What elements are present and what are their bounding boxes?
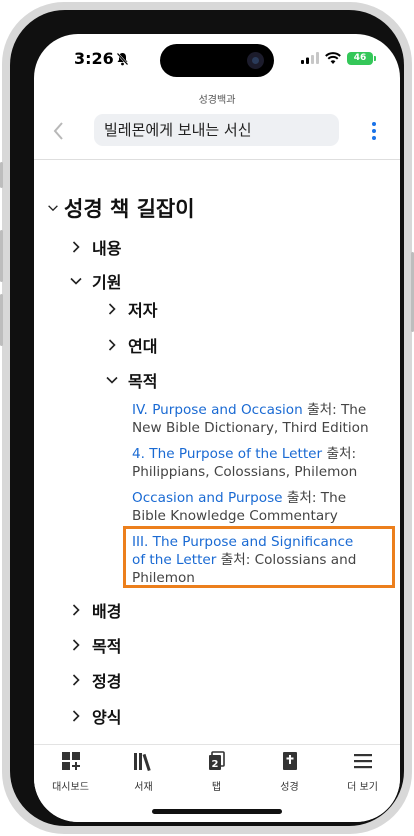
highlight-box (123, 526, 395, 588)
tree-item-label: 목적 (92, 637, 122, 656)
battery-tip (374, 55, 376, 61)
volume-down-button (0, 294, 3, 346)
volume-up-button (0, 230, 3, 282)
chevron-right-icon (72, 241, 80, 253)
wifi-icon (325, 49, 341, 68)
tree-item-label: 연대 (128, 337, 158, 356)
tree-item-label: 기원 (92, 273, 122, 292)
battery-icon: 46 (347, 51, 373, 65)
tree-item-label: 목적 (128, 372, 158, 391)
tree-item-background[interactable]: 배경 (68, 598, 121, 622)
camera-icon (247, 52, 264, 69)
chevron-right-icon (72, 710, 80, 722)
reference-link[interactable]: IV. Purpose and Occasion (132, 402, 303, 418)
silent-bell-icon (116, 51, 129, 70)
chevron-right-icon (108, 339, 116, 351)
silent-switch (0, 162, 3, 188)
tab-library[interactable]: 서재 (107, 751, 180, 793)
tree-root-label: 성경 책 길잡이 (64, 197, 195, 221)
dashboard-icon (61, 752, 80, 770)
tab-bible[interactable]: 성경 (253, 751, 326, 793)
tree-item-label: 양식 (92, 708, 122, 727)
tabs-icon: 2 (208, 751, 225, 770)
source-label: 출처 (326, 446, 352, 462)
reference-item: IV. Purpose and Occasion 출처: The New Bib… (132, 401, 370, 437)
tab-dashboard[interactable]: 대시보드 (34, 751, 107, 793)
reference-link[interactable]: 4. The Purpose of the Letter (132, 446, 322, 462)
tree-item-label: 배경 (92, 602, 122, 621)
chevron-right-icon (72, 639, 80, 651)
tree-item-author[interactable]: 저자 (104, 297, 157, 321)
tree-item-purpose[interactable]: 목적 (68, 633, 121, 657)
dynamic-island (160, 44, 274, 77)
phone-bezel: 3:26 46 성경백과 빌레몬에게 보내는 서신 성경 책 길잡이 내용 기원… (10, 10, 404, 826)
tab-tabs[interactable]: 2 탭 (180, 751, 253, 793)
guide-tree: 성경 책 길잡이 내용 기원 저자 연대 목적 IV. Purpose and … (34, 160, 400, 744)
nav-bar: 빌레몬에게 보내는 서신 (34, 112, 400, 152)
chevron-right-icon (108, 303, 116, 315)
status-time: 3:26 (74, 49, 114, 68)
status-icons: 46 (301, 51, 376, 65)
tree-item-date[interactable]: 연대 (104, 333, 157, 357)
signal-icon (301, 49, 319, 68)
tree-item-label: 내용 (92, 239, 122, 258)
tree-item-purpose[interactable]: 목적 (104, 368, 157, 392)
bible-icon (282, 752, 297, 770)
tree-item-canon[interactable]: 정경 (68, 668, 121, 692)
search-input[interactable]: 빌레몬에게 보내는 서신 (94, 114, 339, 146)
tab-more[interactable]: 더 보기 (326, 751, 399, 793)
chevron-left-icon (53, 122, 63, 140)
tab-label: 더 보기 (347, 782, 378, 793)
reference-item: 4. The Purpose of the Letter 출처: Philipp… (132, 445, 370, 481)
tree-item-origin[interactable]: 기원 (68, 269, 121, 293)
tab-label: 대시보드 (52, 782, 89, 793)
menu-icon (353, 754, 372, 769)
more-options-icon[interactable] (372, 122, 376, 143)
reference-link[interactable]: Occasion and Purpose (132, 490, 283, 506)
tab-label: 성경 (280, 782, 299, 793)
tree-item-label: 저자 (128, 301, 158, 320)
back-button[interactable] (52, 121, 64, 146)
screen: 3:26 46 성경백과 빌레몬에게 보내는 서신 성경 책 길잡이 내용 기원… (34, 34, 400, 822)
tree-item-content[interactable]: 내용 (68, 235, 121, 259)
home-indicator (152, 809, 282, 814)
status-bar: 3:26 46 (34, 34, 400, 86)
source-label: 출처 (307, 402, 333, 418)
tabs-badge: 2 (211, 759, 218, 770)
tree-item-label: 정경 (92, 672, 122, 691)
chevron-right-icon (72, 604, 80, 616)
library-icon (133, 753, 151, 772)
tree-root[interactable]: 성경 책 길잡이 (46, 193, 195, 223)
chevron-right-icon (72, 674, 80, 686)
phone-frame: 3:26 46 성경백과 빌레몬에게 보내는 서신 성경 책 길잡이 내용 기원… (0, 2, 414, 834)
app-title: 성경백과 (198, 95, 236, 106)
chevron-down-icon (106, 376, 118, 384)
tab-label: 서재 (134, 782, 153, 793)
chevron-down-icon (70, 277, 82, 285)
source-label: 출처 (286, 490, 312, 506)
reference-item: Occasion and Purpose 출처: The Bible Knowl… (132, 489, 370, 525)
chevron-down-icon (48, 205, 58, 212)
tab-label: 탭 (211, 782, 222, 793)
tree-item-form[interactable]: 양식 (68, 704, 121, 728)
